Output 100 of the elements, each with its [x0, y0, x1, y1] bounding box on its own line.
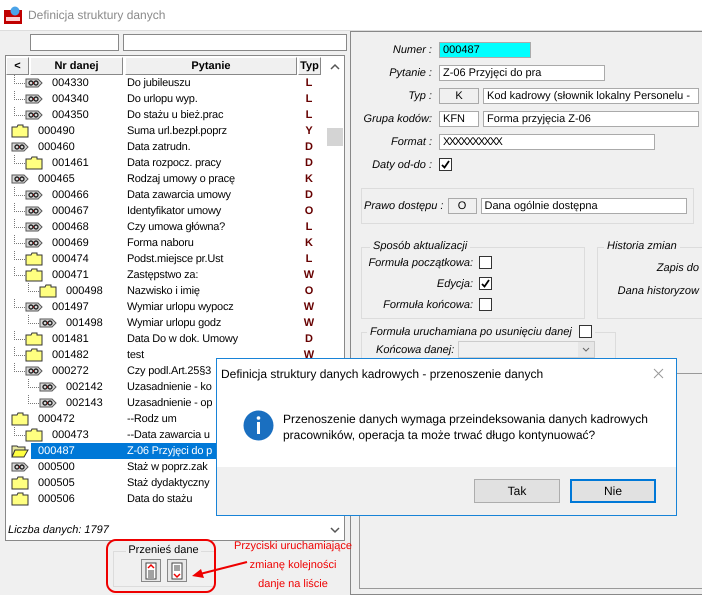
- close-icon[interactable]: [653, 368, 664, 379]
- data-number: 000466: [52, 189, 89, 201]
- filter-field[interactable]: [122, 34, 347, 51]
- text-field[interactable]: 000487: [439, 42, 531, 58]
- data-number: 002142: [66, 381, 103, 393]
- scroll-down-icon[interactable]: [330, 527, 340, 534]
- tag-icon: [25, 92, 43, 106]
- move-down-button[interactable]: [166, 559, 186, 582]
- tag-icon: [25, 188, 43, 202]
- group-title: Sposób aktualizacji: [370, 240, 470, 252]
- tree-row[interactable]: 000490 Suma url.bezpł.poprz Y: [31, 123, 326, 139]
- column-header[interactable]: Nr danej: [30, 57, 123, 75]
- question-text: Do stażu u bież.prac: [127, 109, 224, 121]
- tree-row[interactable]: 004330 Do jubileuszu L: [45, 75, 326, 91]
- caret-icon: [578, 342, 594, 357]
- tree-row[interactable]: 000468 Czy umowa główna? L: [45, 219, 326, 235]
- move-up-button[interactable]: [140, 559, 160, 582]
- description-field: Dana ogólnie dostępna: [480, 198, 686, 214]
- type-code: W: [302, 317, 316, 329]
- column-header[interactable]: Pytanie: [125, 57, 297, 75]
- checkbox[interactable]: [439, 158, 452, 171]
- tree-row[interactable]: 000469 Forma naboru K: [45, 235, 326, 251]
- folder-icon: [25, 348, 43, 362]
- question-text: Wymiar urlopu wypocz: [127, 301, 234, 313]
- tag-icon: [11, 140, 29, 154]
- tree-row[interactable]: 000465 Rodzaj umowy o pracę K: [31, 171, 326, 187]
- tree-row[interactable]: 004350 Do stażu u bież.prac L: [45, 107, 326, 123]
- dialog-button[interactable]: Nie: [570, 479, 656, 503]
- type-code: W: [302, 301, 316, 313]
- tree-row[interactable]: 001481 Data Do w dok. Umowy D: [45, 331, 326, 347]
- tree-row[interactable]: 000460 Data zatrudn. D: [31, 139, 326, 155]
- filter-field[interactable]: [30, 34, 119, 51]
- data-number: 000500: [38, 461, 75, 473]
- column-header[interactable]: Typ: [298, 57, 321, 75]
- checkbox[interactable]: [479, 277, 492, 290]
- question-text: Czy podl.Art.25§3: [127, 365, 212, 377]
- tree-row[interactable]: 004340 Do urlopu wyp. L: [45, 91, 326, 107]
- code-field[interactable]: K: [439, 88, 479, 104]
- dialog-button[interactable]: Tak: [474, 479, 560, 503]
- column-header[interactable]: <: [6, 57, 29, 75]
- data-number: 002143: [66, 397, 103, 409]
- type-code: D: [304, 189, 314, 201]
- type-code: L: [304, 221, 314, 233]
- type-code: W: [302, 349, 316, 361]
- tree-row[interactable]: 001497 Wymiar urlopu wypocz W: [45, 299, 326, 315]
- option-label: Zapis do: [656, 262, 700, 274]
- dialog-title: Definicja struktury danych kadrowych - przenoszenie danych: [221, 366, 544, 380]
- tag-icon: [39, 316, 57, 330]
- question-text: --Rodz um: [127, 413, 177, 425]
- question-text: Zastępstwo za:: [127, 269, 198, 281]
- data-number: 000469: [52, 237, 89, 249]
- question-text: Data Do w dok. Umowy: [127, 333, 238, 345]
- type-code: O: [304, 205, 314, 217]
- data-number: 000472: [38, 413, 75, 425]
- data-number: 001482: [52, 349, 89, 361]
- data-number: 004350: [52, 109, 89, 121]
- field-label: Format :: [390, 136, 433, 148]
- code-field[interactable]: O: [448, 198, 476, 214]
- tree-row[interactable]: 001461 Data rozpocz. pracy D: [45, 155, 326, 171]
- question-text: Z-06 Przyjęci do p: [127, 445, 212, 457]
- tree-row[interactable]: 001498 Wymiar urlopu godz W: [59, 315, 326, 331]
- scrollbar-thumb[interactable]: [327, 128, 343, 146]
- data-number: 001461: [52, 157, 89, 169]
- tree-row[interactable]: 001482 test W: [45, 347, 326, 363]
- question-text: Uzasadnienie - op: [127, 397, 212, 409]
- data-number: 000490: [38, 125, 75, 137]
- question-text: Rodzaj umowy o pracę: [127, 173, 235, 185]
- question-text: --Data zawarcia u: [127, 429, 210, 441]
- tree-row[interactable]: 000498 Nazwisko i imię O: [59, 283, 326, 299]
- tag-icon: [25, 364, 43, 378]
- data-number: 000465: [38, 173, 75, 185]
- tag-icon: [11, 172, 29, 186]
- group-title: Formuła uruchamiana po usunięciu danej: [370, 326, 572, 338]
- code-field[interactable]: KFN: [439, 110, 479, 126]
- data-number: 000467: [52, 205, 89, 217]
- tree-row[interactable]: 000471 Zastępstwo za: W: [45, 267, 326, 283]
- info-icon: [243, 410, 274, 441]
- type-code: O: [304, 285, 314, 297]
- folder-icon: [11, 476, 29, 490]
- question-text: Do jubileuszu: [127, 77, 190, 89]
- field-label: Pytanie :: [388, 66, 433, 78]
- question-text: Forma naboru: [127, 237, 194, 249]
- checkbox[interactable]: [479, 298, 492, 311]
- checkbox[interactable]: [479, 256, 492, 269]
- data-number: 000505: [38, 477, 75, 489]
- text-field[interactable]: XXXXXXXXXX: [439, 134, 655, 150]
- field-label: Numer :: [392, 44, 433, 56]
- option-label: Formuła końcowa:: [383, 298, 473, 310]
- folder-icon: [11, 124, 29, 138]
- tag-icon: [25, 204, 43, 218]
- text-field[interactable]: Z-06 Przyjęci do pra: [439, 64, 605, 80]
- data-number: 001498: [66, 317, 103, 329]
- scroll-up-icon[interactable]: [330, 63, 340, 70]
- type-code: K: [304, 237, 314, 249]
- tag-icon: [39, 380, 57, 394]
- field-label: Prawo dostępu :: [364, 200, 444, 212]
- tree-row[interactable]: 000474 Podst.miejsce pr.Ust L: [45, 251, 326, 267]
- tree-row[interactable]: 000466 Data zawarcia umowy D: [45, 187, 326, 203]
- question-text: Suma url.bezpł.poprz: [127, 125, 227, 137]
- tree-row[interactable]: 000467 Identyfikator umowy O: [45, 203, 326, 219]
